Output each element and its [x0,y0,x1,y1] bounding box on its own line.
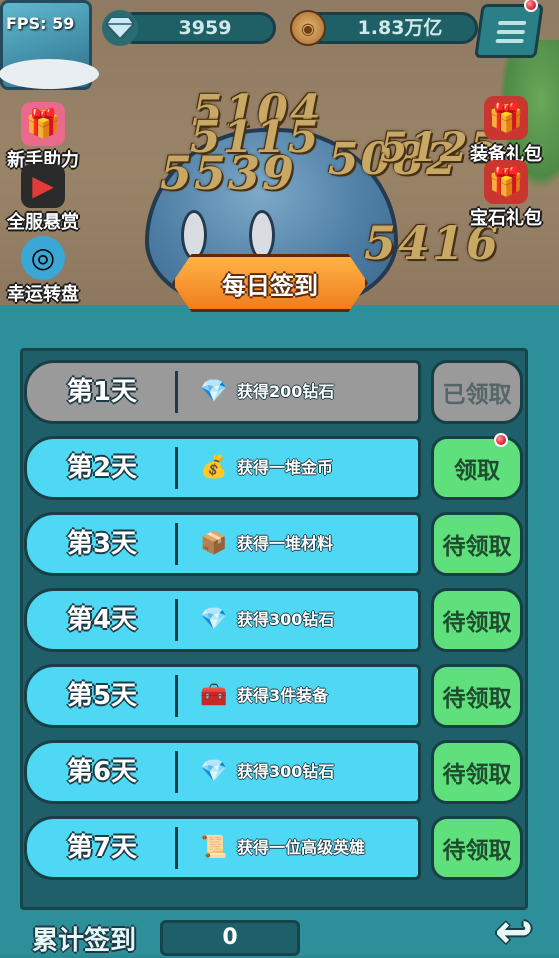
slime-eye-right [249,210,275,260]
cloud-decoration [0,59,99,89]
day-label: 第2天 [66,453,138,483]
row-divider [175,523,178,565]
reward-text: 获得一堆金币 [237,458,334,477]
signin-row-day1: 第1天 💎 获得200钻石 [24,360,421,424]
side-button-gem-pack[interactable]: 🎁 宝石礼包 [466,160,546,230]
total-signin-count: 0 [160,920,300,956]
back-arrow-icon[interactable]: ↩ [482,906,546,956]
gift-icon: 🎁 [21,102,65,146]
side-label: 幸运转盘 [7,284,79,305]
menu-button[interactable] [474,4,544,58]
pending-button-day5[interactable]: 待领取 [431,664,523,728]
reward-text: 获得200钻石 [237,382,335,401]
panel-title-banner: 每日签到 [172,254,368,312]
reward-text: 获得一位高级英雄 [237,838,366,857]
claim-button-day2[interactable]: 领取 [431,433,523,500]
signin-row-day3: 第3天 📦 获得一堆材料 [24,512,421,576]
diamond-icon [102,10,138,46]
reward-text: 获得300钻石 [237,610,335,629]
notification-dot [494,433,508,447]
day-label: 第3天 [66,529,138,559]
reward-text: 获得300钻石 [237,762,335,781]
chest-icon: 🧰 [200,683,228,708]
bounty-icon: ▶ [21,164,65,208]
signin-row-day2: 第2天 💰 获得一堆金币 [24,436,421,500]
row-divider [175,827,178,869]
damage-number: 5539 [160,146,297,200]
side-label: 宝石礼包 [470,208,542,229]
day-label: 第4天 [66,605,138,635]
slime-eye-left [181,210,207,260]
pending-button-day7[interactable]: 待领取 [431,816,523,880]
diamond-counter: 3959 [118,12,276,44]
row-divider [175,675,178,717]
signin-row-day4: 第4天 💎 获得300钻石 [24,588,421,652]
menu-line [495,39,524,43]
side-button-bounty[interactable]: ▶ 全服悬赏 [4,164,82,234]
reward-text: 获得一堆材料 [237,534,334,553]
day-label: 第5天 [66,681,138,711]
gold-count: 1.83万亿 [357,17,443,39]
row-divider [175,371,178,413]
signin-row-day6: 第6天 💎 获得300钻石 [24,740,421,804]
gem-gift-icon: 🎁 [484,160,528,204]
day-label: 第6天 [66,757,138,787]
claimed-button-day1[interactable]: 已领取 [431,360,523,424]
panel-title: 每日签到 [222,271,318,300]
menu-line [496,30,526,34]
menu-line [497,21,527,25]
claim-label: 领取 [454,458,500,484]
row-divider [175,599,178,641]
top-hud: FPS: 59 3959 1.83万亿 ◉ [0,0,559,90]
total-signin-label: 累计签到 [32,926,137,956]
signin-row-day7: 第7天 📜 获得一位高级英雄 [24,816,421,880]
side-button-wheel[interactable]: ◎ 幸运转盘 [4,236,82,306]
coin-icon: ◉ [290,10,326,46]
coin-bag-icon: 💰 [200,455,228,480]
material-box-icon: 📦 [200,531,228,556]
day-label: 第7天 [66,833,138,863]
pending-button-day6[interactable]: 待领取 [431,740,523,804]
pending-button-day3[interactable]: 待领取 [431,512,523,576]
diamond-icon: 💎 [200,607,228,632]
pending-button-day4[interactable]: 待领取 [431,588,523,652]
fps-counter: FPS: 59 [6,14,75,33]
side-button-newbie[interactable]: 🎁 新手助力 [4,102,82,172]
reward-text: 获得3件装备 [237,686,329,705]
row-divider [175,751,178,793]
gold-counter: 1.83万亿 [302,12,478,44]
diamond-icon: 💎 [200,379,228,404]
side-label: 全服悬赏 [7,212,79,233]
day-label: 第1天 [66,377,138,407]
row-divider [175,447,178,489]
side-button-equip-pack[interactable]: 🎁 装备礼包 [466,96,546,166]
diamond-count: 3959 [178,17,232,39]
scroll-icon: 📜 [200,835,228,860]
diamond-icon: 💎 [200,759,228,784]
gift-icon: 🎁 [484,96,528,140]
wheel-icon: ◎ [21,236,65,280]
signin-row-day5: 第5天 🧰 获得3件装备 [24,664,421,728]
